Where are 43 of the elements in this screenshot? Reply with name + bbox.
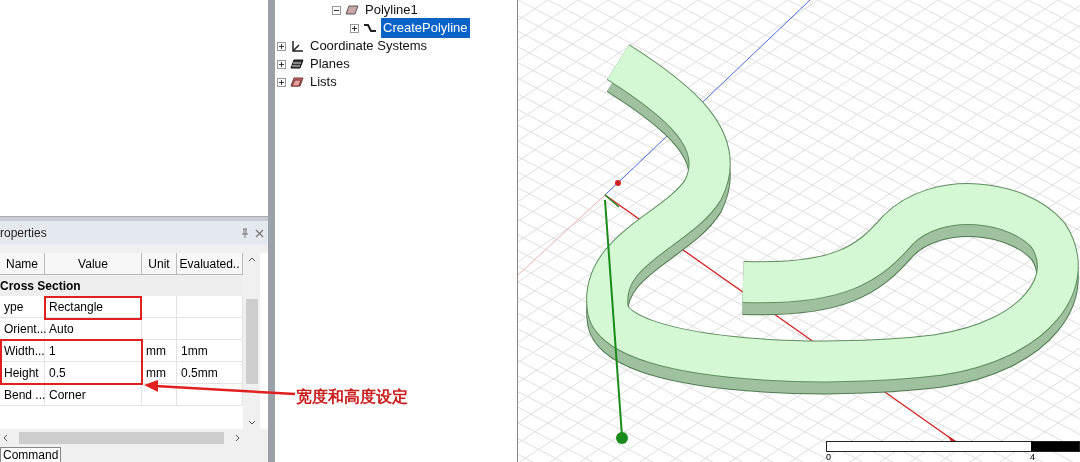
scroll-down-icon[interactable] — [247, 420, 256, 425]
table-cell: Height — [0, 362, 45, 384]
close-icon[interactable] — [255, 228, 264, 238]
tree-item[interactable]: Coordinate Systems — [308, 36, 430, 56]
table-cell: Bend ... — [0, 384, 45, 406]
scale-label: 4 — [1030, 452, 1035, 462]
table-cell: Rectangle — [45, 296, 142, 318]
scroll-left-icon[interactable] — [3, 434, 8, 442]
scroll-right-icon[interactable] — [235, 434, 240, 442]
scroll-up-icon[interactable] — [247, 257, 256, 262]
tree-item[interactable]: Lists — [308, 72, 339, 92]
table-cell: Corner — [45, 384, 142, 406]
axes-icon — [290, 40, 304, 52]
scale-label: 0 — [826, 452, 832, 462]
expand-icon[interactable] — [277, 77, 286, 87]
group-label: Cross Section — [0, 277, 81, 295]
planes-icon — [290, 59, 304, 69]
column-header[interactable]: Unit — [142, 253, 177, 275]
column-header[interactable]: Evaluated.. — [177, 253, 243, 275]
expand-icon[interactable] — [277, 59, 286, 69]
tree-item[interactable]: Planes — [308, 54, 352, 74]
annotation-text: 宽度和高度设定 — [296, 386, 408, 408]
collapse-icon[interactable] — [332, 5, 341, 15]
table-cell: Auto — [45, 318, 142, 340]
table-cell: mm — [142, 340, 177, 362]
pin-icon[interactable] — [241, 228, 249, 238]
tab[interactable]: Command — [0, 447, 62, 462]
table-cell: Width... — [0, 340, 45, 362]
table-cell: 0.5 — [45, 362, 142, 384]
column-header[interactable]: Name — [0, 253, 45, 275]
table-cell: ype — [0, 296, 45, 318]
polyline-icon — [363, 23, 377, 33]
parallelogram-icon — [345, 5, 359, 15]
table-cell: 1 — [45, 340, 142, 362]
column-header[interactable]: Value — [45, 253, 142, 275]
table-cell: Orient... — [0, 318, 45, 340]
expand-icon[interactable] — [277, 41, 286, 51]
tree-item[interactable]: CreatePolyline — [381, 18, 470, 38]
table-cell — [142, 318, 177, 340]
tree-item[interactable]: Polyline1 — [363, 0, 420, 20]
expand-icon[interactable] — [350, 23, 359, 33]
panel-title: roperties — [0, 225, 47, 242]
lists-icon — [290, 76, 304, 88]
